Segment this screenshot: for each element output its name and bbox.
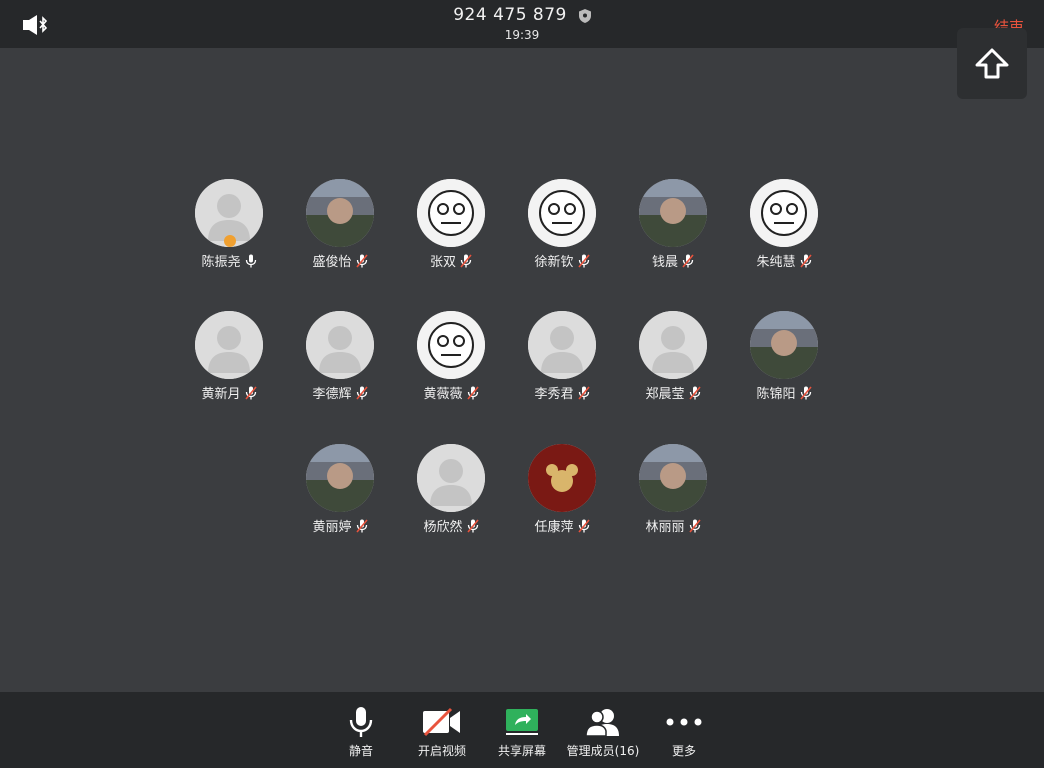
participant-name-row: 钱晨 (623, 251, 723, 270)
participant-name-row: 林丽丽 (623, 516, 723, 535)
participant-tile[interactable]: 张双 (401, 179, 501, 270)
microphone-muted-icon (682, 253, 694, 268)
microphone-muted-icon (244, 385, 257, 400)
participant-name-row: 郑晨莹 (623, 383, 723, 402)
participant-tile[interactable]: 杨欣然 (401, 444, 501, 535)
participant-name-row: 徐新钦 (512, 251, 612, 270)
participant-tile[interactable]: 林丽丽 (623, 444, 723, 535)
microphone-muted-icon (577, 518, 590, 533)
participant-tile[interactable]: 盛俊怡 (290, 179, 390, 270)
participant-name: 任康萍 (534, 520, 574, 535)
participant-name: 黄薇薇 (423, 387, 463, 402)
video-label: 开启视频 (417, 744, 466, 758)
participant-name-row: 李秀君 (512, 383, 612, 402)
camera-off-icon (402, 706, 482, 738)
participant-name: 张双 (429, 255, 456, 270)
participant-tile[interactable]: 李德辉 (290, 311, 390, 402)
bottom-toolbar: 静音 开启视频 共享屏幕 管理成员(16) 更多 (0, 692, 1044, 768)
microphone-muted-icon (466, 385, 479, 400)
participant-tile[interactable]: 朱纯慧 (734, 179, 834, 270)
microphone-muted-icon (466, 518, 479, 533)
microphone-muted-icon (460, 253, 472, 268)
manage-members-button[interactable]: 管理成员(16) (563, 706, 643, 759)
participant-name-row: 盛俊怡 (290, 251, 390, 270)
members-label: 管理成员(16) (566, 744, 640, 758)
host-badge-icon (224, 235, 236, 247)
participant-name: 郑晨莹 (645, 387, 685, 402)
members-icon (563, 706, 643, 738)
participant-name-row: 黄新月 (179, 383, 279, 402)
participant-avatar (195, 311, 263, 379)
more-label: 更多 (671, 744, 696, 758)
microphone-muted-icon (799, 253, 812, 268)
participant-name: 陈振尧 (201, 255, 241, 270)
participant-tile[interactable]: 李秀君 (512, 311, 612, 402)
participant-tile[interactable]: 郑晨莹 (623, 311, 723, 402)
more-dots-icon (644, 706, 724, 738)
participant-name: 杨欣然 (423, 520, 463, 535)
participant-name-row: 李德辉 (290, 383, 390, 402)
participant-name: 李德辉 (312, 387, 352, 402)
participant-avatar (528, 311, 596, 379)
participant-name: 盛俊怡 (312, 255, 352, 270)
participant-name-row: 杨欣然 (401, 516, 501, 535)
participant-avatar (528, 179, 596, 247)
participant-name: 李秀君 (534, 387, 574, 402)
participant-tile[interactable]: 徐新钦 (512, 179, 612, 270)
participant-tile[interactable]: 黄新月 (179, 311, 279, 402)
participant-avatar (639, 311, 707, 379)
microphone-icon (321, 706, 401, 738)
mute-button[interactable]: 静音 (321, 706, 401, 759)
microphone-muted-icon (577, 385, 590, 400)
start-video-button[interactable]: 开启视频 (402, 706, 482, 759)
more-button[interactable]: 更多 (644, 706, 724, 759)
participant-name-row: 任康萍 (512, 516, 612, 535)
share-screen-icon (482, 706, 562, 738)
participant-avatar (417, 444, 485, 512)
participant-name: 朱纯慧 (756, 255, 796, 270)
participant-avatar (306, 444, 374, 512)
microphone-muted-icon (688, 518, 701, 533)
participant-name-row: 黄薇薇 (401, 383, 501, 402)
participant-name-row: 黄丽婷 (290, 516, 390, 535)
participant-name: 钱晨 (651, 255, 678, 270)
participant-name-row: 陈振尧 (179, 251, 279, 270)
participant-name-row: 朱纯慧 (734, 251, 834, 270)
participant-avatar (417, 311, 485, 379)
participant-avatar (528, 444, 596, 512)
participant-tile[interactable]: 任康萍 (512, 444, 612, 535)
microphone-muted-icon (355, 518, 368, 533)
microphone-muted-icon (799, 385, 812, 400)
participant-name-row: 张双 (401, 251, 501, 270)
participant-avatar (306, 179, 374, 247)
microphone-muted-icon (355, 385, 368, 400)
participant-name: 陈锦阳 (756, 387, 796, 402)
participant-name: 徐新钦 (534, 255, 574, 270)
participant-name: 黄丽婷 (312, 520, 352, 535)
microphone-muted-icon (688, 385, 701, 400)
participant-tile[interactable]: 钱晨 (623, 179, 723, 270)
participant-tile[interactable]: 陈振尧 (179, 179, 279, 270)
participant-grid: 陈振尧 盛俊怡 张双 徐新钦 钱晨 朱纯慧黄新月 李德辉 黄薇薇 李秀君 郑晨莹 陈锦阳黄丽婷 杨欣然… (0, 0, 1044, 768)
mute-label: 静音 (348, 744, 373, 758)
participant-avatar (750, 311, 818, 379)
participant-tile[interactable]: 陈锦阳 (734, 311, 834, 402)
participant-avatar (417, 179, 485, 247)
participant-avatar (639, 444, 707, 512)
participant-name: 黄新月 (201, 387, 241, 402)
share-screen-button[interactable]: 共享屏幕 (482, 706, 562, 759)
microphone-muted-icon (577, 253, 590, 268)
participant-tile[interactable]: 黄薇薇 (401, 311, 501, 402)
participant-avatar (306, 311, 374, 379)
participant-avatar (639, 179, 707, 247)
participant-avatar (750, 179, 818, 247)
microphone-muted-icon (355, 253, 368, 268)
microphone-on-icon (245, 254, 257, 268)
participant-name-row: 陈锦阳 (734, 383, 834, 402)
participant-name: 林丽丽 (645, 520, 685, 535)
share-label: 共享屏幕 (497, 744, 546, 758)
participant-avatar (195, 179, 263, 247)
participant-tile[interactable]: 黄丽婷 (290, 444, 390, 535)
